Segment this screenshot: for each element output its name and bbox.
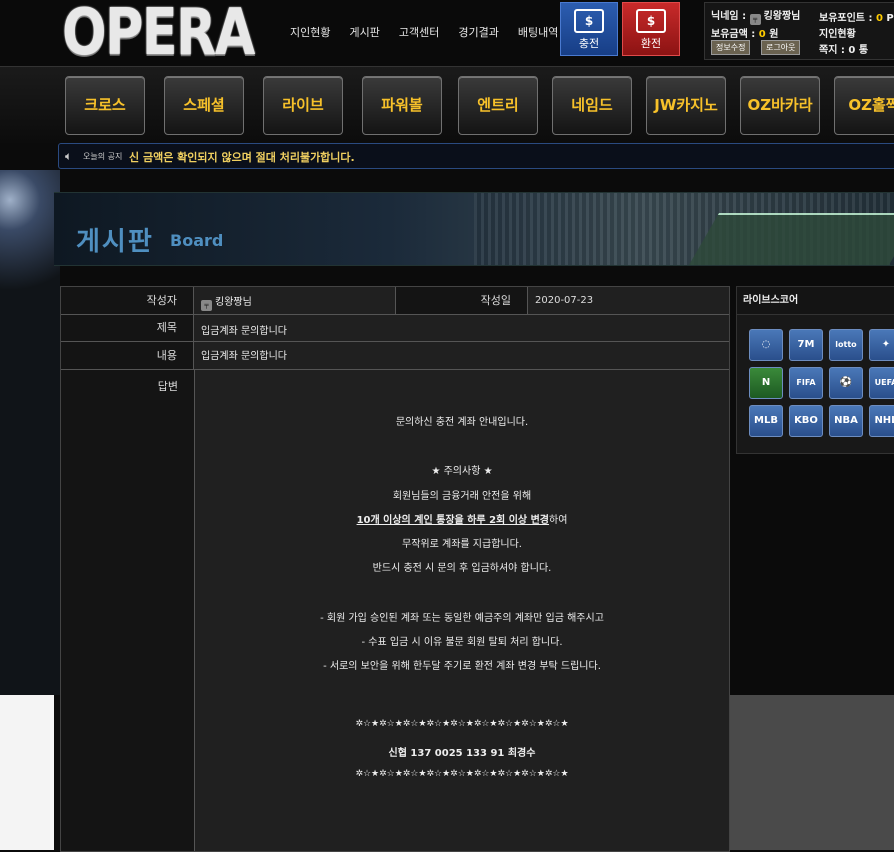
game-menu-bar: 크로스 스페셜 라이브 파워볼 엔트리 네임드 JW카지노 OZ바카라 OZ홀짝 bbox=[0, 66, 894, 143]
naver-icon[interactable]: N bbox=[749, 367, 783, 399]
fifa-icon[interactable]: FIFA bbox=[789, 367, 823, 399]
user-info-panel: 닉네임 : ╤ 킹왕짱님 보유금액 : 0 원 정보수정 로그아웃 보유포인트 :… bbox=[704, 2, 894, 60]
points-label: 보유포인트 : bbox=[819, 13, 873, 24]
nba-icon[interactable]: NBA bbox=[829, 405, 863, 437]
author-value: 킹왕짱님 bbox=[215, 297, 252, 308]
answer-line: - 수표 입금 시 이유 불문 회원 탈퇴 처리 합니다. bbox=[361, 637, 563, 648]
background-stadium-left bbox=[0, 170, 60, 695]
answer-line: 10개 이상의 계인 통장을 하루 2회 이상 변경하여 bbox=[195, 511, 729, 526]
nhl-icon[interactable]: NHL bbox=[869, 405, 894, 437]
stars-divider-bottom: ✲☆★✲☆★✲☆★✲☆★✲☆★✲☆★✲☆★✲☆★✲☆★ bbox=[355, 769, 569, 779]
board-banner: 게시판 Board bbox=[54, 192, 894, 266]
answer-line: ★ 주의사항 ★ bbox=[431, 466, 493, 477]
game-oz-baccarat-button[interactable]: OZ바카라 bbox=[740, 76, 820, 135]
date-value: 2020-07-23 bbox=[535, 295, 594, 306]
answer-line: - 회원 가입 승인된 계좌 또는 동일한 예금주의 계좌만 입금 해주시고 bbox=[320, 613, 604, 624]
rank-icon: ╤ bbox=[201, 300, 212, 311]
live-score-title: 라이브스코어 bbox=[737, 287, 894, 315]
answer-line: 회원님들의 금융거래 안전을 위해 bbox=[392, 491, 532, 502]
game-live-button[interactable]: 라이브 bbox=[263, 76, 343, 135]
uefa-champions-icon[interactable]: ⚽ bbox=[829, 367, 863, 399]
answer-line: - 서로의 보안을 위해 한두달 주기로 환전 계좌 변경 부탁 드립니다. bbox=[323, 661, 601, 672]
game-cross-button[interactable]: 크로스 bbox=[65, 76, 145, 135]
nowgoal-icon[interactable]: ✦ bbox=[869, 329, 894, 361]
edit-info-button[interactable]: 정보수정 bbox=[711, 40, 751, 55]
points-unit: P bbox=[886, 13, 894, 24]
top-header: OPERA 지인현황 게시판 고객센터 경기결과 배팅내역 $ 충전 $ 환전 … bbox=[0, 0, 894, 70]
game-entry-button[interactable]: 엔트리 bbox=[458, 76, 538, 135]
7m-icon[interactable]: 7M bbox=[789, 329, 823, 361]
game-powerball-button[interactable]: 파워볼 bbox=[362, 76, 442, 135]
points-value: 0 bbox=[875, 13, 883, 24]
topnav-referral[interactable]: 지인현황 bbox=[290, 24, 330, 40]
memo-label: 쪽지 : bbox=[819, 45, 845, 56]
game-special-button[interactable]: 스페셜 bbox=[164, 76, 244, 135]
memo-link[interactable]: 쪽지 : 0 통 bbox=[819, 41, 868, 56]
lotto-icon[interactable]: lotto bbox=[829, 329, 863, 361]
game-jw-casino-button[interactable]: JW카지노 bbox=[646, 76, 726, 135]
rank-icon: ╤ bbox=[749, 14, 761, 25]
topnav-results[interactable]: 경기결과 bbox=[458, 24, 498, 40]
logout-button[interactable]: 로그아웃 bbox=[761, 40, 801, 55]
answer-line-emphasis: 10개 이상의 계인 통장을 하루 2회 이상 변경 bbox=[356, 515, 550, 526]
post-content-row: 내용 입금계좌 문의합니다 bbox=[61, 342, 729, 370]
subject-value: 입금계좌 문의합니다 bbox=[201, 326, 287, 337]
nickname-label: 닉네임 : bbox=[711, 11, 747, 22]
post-author-row: 작성자 ╤ 킹왕짱님 작성일 2020-07-23 bbox=[61, 287, 729, 315]
balance-label: 보유금액 : bbox=[711, 29, 756, 40]
exchange-button[interactable]: $ 환전 bbox=[622, 2, 680, 56]
notice-label: 오늘의 공지 bbox=[83, 152, 123, 161]
post-view: 작성자 ╤ 킹왕짱님 작성일 2020-07-23 제목 입금계좌 문의합니다 내… bbox=[60, 286, 730, 852]
answer-label: 답변 bbox=[157, 380, 178, 393]
money-hand-icon: $ bbox=[636, 9, 666, 33]
memo-value: 0 bbox=[848, 45, 856, 56]
content-label: 내용 bbox=[61, 342, 194, 369]
balance-unit: 원 bbox=[769, 29, 779, 40]
game-named-button[interactable]: 네임드 bbox=[552, 76, 632, 135]
charge-button[interactable]: $ 충전 bbox=[560, 2, 618, 56]
opera-logo[interactable]: OPERA bbox=[62, 0, 255, 70]
mlb-icon[interactable]: MLB bbox=[749, 405, 783, 437]
charge-label: 충전 bbox=[578, 37, 600, 50]
uefa-icon[interactable]: UEFA bbox=[869, 367, 894, 399]
football-field-image bbox=[688, 213, 894, 265]
topnav-bet-history[interactable]: 배팅내역 bbox=[518, 24, 558, 40]
subject-label: 제목 bbox=[61, 315, 194, 341]
date-label: 작성일 bbox=[395, 287, 528, 314]
game-oz-oddeven-button[interactable]: OZ홀짝 bbox=[834, 76, 894, 135]
kbo-icon[interactable]: KBO bbox=[789, 405, 823, 437]
balance-value: 0 bbox=[758, 29, 766, 40]
answer-line: 문의하신 충전 계좌 안내입니다. bbox=[395, 417, 529, 428]
stars-divider-top: ✲☆★✲☆★✲☆★✲☆★✲☆★✲☆★✲☆★✲☆★✲☆★ bbox=[355, 719, 569, 729]
board-title-korean: 게시판 bbox=[76, 227, 154, 257]
notice-text: 신 금액은 확인되지 않으며 절대 처리불가합니다. bbox=[129, 151, 355, 164]
answer-line: 반드시 충전 시 문의 후 입금하셔야 합니다. bbox=[372, 563, 552, 574]
account-info: 신협 137 0025 133 91 최경수 bbox=[388, 748, 536, 759]
background-white-block bbox=[0, 695, 54, 850]
board-title-english: Board bbox=[170, 231, 224, 250]
live-score-panel: 라이브스코어 ◌7Mlotto✦ NFIFA⚽UEFA MLBKBONBANHL bbox=[736, 286, 894, 454]
notice-bar: 🔈︎ 오늘의 공지 신 금액은 확인되지 않으며 절대 처리불가합니다. bbox=[58, 143, 894, 169]
post-subject-row: 제목 입금계좌 문의합니다 bbox=[61, 315, 729, 342]
livescore-icon[interactable]: ◌ bbox=[749, 329, 783, 361]
topnav-board[interactable]: 게시판 bbox=[349, 24, 379, 40]
author-label: 작성자 bbox=[61, 287, 194, 314]
answer-line-rest: 하여 bbox=[549, 515, 568, 526]
background-gray-block bbox=[728, 695, 894, 850]
speaker-icon: 🔈︎ bbox=[65, 149, 73, 163]
referral-link[interactable]: 지인현황 bbox=[819, 25, 856, 40]
answer-line: 무작위로 계좌를 지급합니다. bbox=[402, 539, 522, 550]
nickname: 킹왕짱님 bbox=[763, 11, 801, 22]
exchange-label: 환전 bbox=[640, 37, 662, 50]
content-value: 입금계좌 문의합니다 bbox=[201, 351, 287, 362]
memo-unit: 통 bbox=[858, 45, 869, 56]
top-nav: 지인현황 게시판 고객센터 경기결과 배팅내역 bbox=[290, 24, 577, 40]
cash-icon: $ bbox=[574, 9, 604, 33]
topnav-support[interactable]: 고객센터 bbox=[399, 24, 439, 40]
